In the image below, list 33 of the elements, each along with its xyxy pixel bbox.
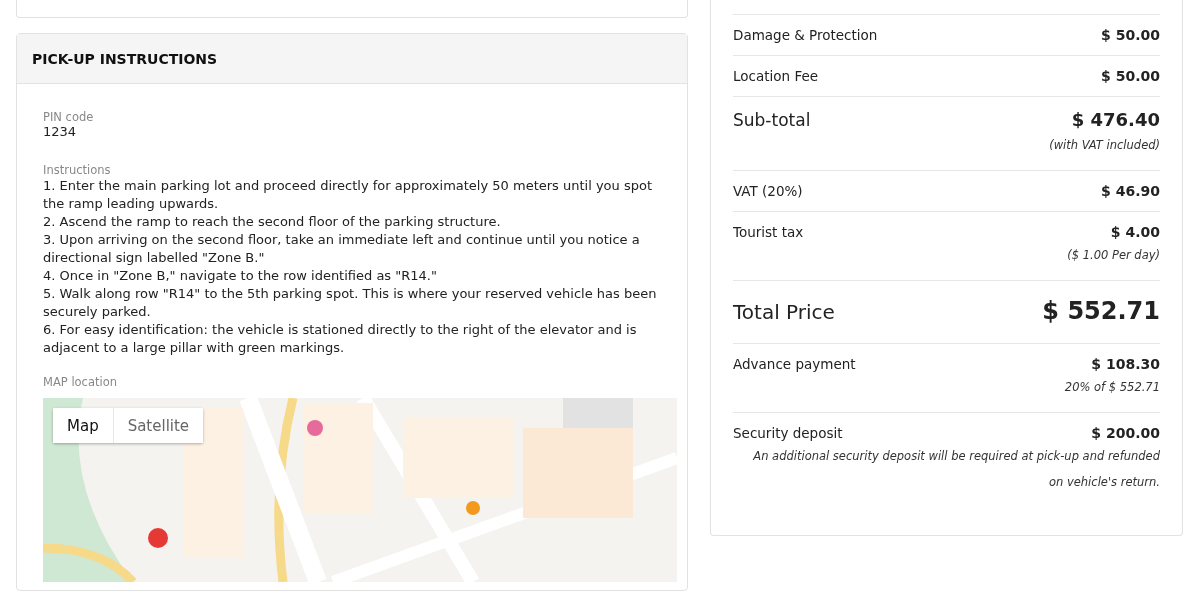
pin-value: 1234 [43, 124, 78, 139]
field-label: PIN code [43, 110, 95, 124]
price-label: VAT (20%) [733, 183, 803, 199]
price-amount: $ 200.00 [1091, 425, 1160, 441]
instruction-step: 3. Upon arriving on the second floor, take an immediate left and continue until you notice a directional sign labelled "Zone B." [43, 231, 677, 267]
price-label: Security deposit [733, 425, 843, 441]
price-amount: $ 476.40 [1071, 109, 1160, 130]
map-type-tab[interactable]: Satellite [113, 408, 204, 443]
section-title: PICK-UP INSTRUCTIONS [32, 50, 218, 67]
price-note: (with VAT included) [1048, 137, 1160, 154]
field-label: Instructions [43, 163, 112, 177]
instruction-step: 2. Ascend the ramp to reach the second floor of the parking structure. [43, 213, 677, 231]
instruction-step: 5. Walk along row "R14" to the 5th parking spot. This is where your reserved vehicle has been securely parked. [43, 285, 677, 321]
map-type-tab[interactable]: Map [53, 408, 114, 443]
price-label: Tourist tax [733, 224, 804, 240]
price-label: Advance payment [733, 356, 856, 372]
price-label: Location Fee [733, 68, 819, 84]
price-note: ($ 1.00 Per day) [1066, 247, 1160, 264]
instruction-step: 6. For easy identification: the vehicle is stationed directly to the right of the elevator and is adjacent to a large pillar with green markings. [43, 321, 677, 357]
price-amount: $ 552.71 [1042, 297, 1160, 325]
instruction-step: 4. Once in "Zone B," navigate to the row identified as "R14." [43, 267, 677, 285]
price-amount: $ 50.00 [1101, 27, 1160, 43]
price-amount: $ 108.30 [1091, 356, 1160, 372]
price-amount: $ 4.00 [1110, 224, 1160, 240]
price-note: 20% of $ 552.71 [1063, 379, 1160, 396]
instruction-step: 1. Enter the main parking lot and proceed directly for approximately 50 meters until you spot the ramp leading upwards. [43, 177, 677, 213]
field-label: MAP location [43, 375, 118, 389]
price-amount: $ 50.00 [1101, 68, 1160, 84]
price-amount: $ 46.90 [1101, 183, 1160, 199]
price-label: Damage & Protection [733, 27, 878, 43]
price-label: Sub-total [733, 110, 811, 130]
price-note: An additional security deposit will be required at pick-up and refunded on vehicle's return. [752, 448, 1160, 491]
price-label: Total Price [733, 300, 835, 324]
